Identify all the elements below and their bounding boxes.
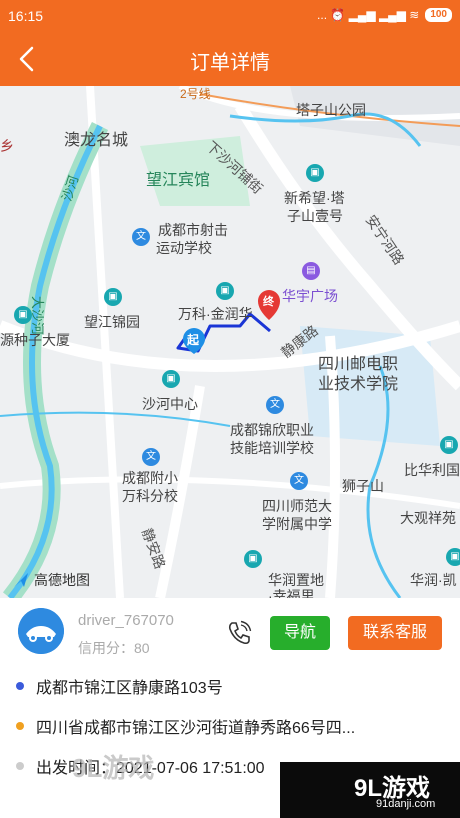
end-marker-label: 终: [262, 293, 275, 309]
map-attribution-text: 高德地图: [34, 572, 90, 588]
car-logo-icon: [18, 608, 64, 654]
map-label: 华润·凯: [410, 572, 457, 588]
map-label: 大观祥苑: [400, 510, 456, 526]
map-label: 四川邮电职: [318, 356, 399, 373]
map-label-metro: 2号线: [180, 87, 211, 101]
map-label: 望江锦园: [84, 314, 140, 330]
driver-name: driver_767070: [78, 612, 174, 629]
map-label: 成都锦欣职业: [230, 422, 314, 438]
poi-school-icon[interactable]: 文: [266, 396, 284, 414]
map-label: 学附属中学: [262, 516, 332, 532]
poi-building-icon[interactable]: ▣: [216, 282, 234, 300]
map-label: 比华利国: [404, 462, 460, 478]
map-label: 新希望·塔: [284, 190, 345, 206]
start-marker-label: 起: [187, 333, 200, 347]
map-label: 澳龙名城: [64, 132, 129, 149]
end-address-row: 四川省成都市锦江区沙河街道静秀路66号四...: [16, 714, 355, 738]
map-label: 源种子大厦: [0, 332, 70, 348]
poi-building-icon[interactable]: ▣: [244, 550, 262, 568]
map-label: 塔子山公园: [296, 102, 366, 118]
poi-school-icon[interactable]: 文: [132, 228, 150, 246]
start-address-row: 成都市锦江区静康路103号: [16, 674, 223, 698]
start-dot-icon: [16, 682, 24, 690]
map-label: 万科分校: [122, 488, 178, 504]
map-label: 子山壹号: [287, 208, 343, 224]
start-address: 成都市锦江区静康路103号: [36, 680, 223, 697]
poi-building-icon[interactable]: ▣: [306, 164, 324, 182]
top-navigation-bar: 订单详情: [0, 32, 460, 86]
poi-school-icon[interactable]: 文: [290, 472, 308, 490]
map-label: 狮子山: [342, 478, 384, 494]
map-label: 乡: [0, 138, 14, 154]
page-title: 订单详情: [190, 52, 270, 74]
amap-logo-icon: [14, 573, 28, 587]
status-icons: ... ⏰ ▂▄▆ ▂▄▆ ≋ 100: [317, 8, 452, 22]
end-address: 四川省成都市锦江区沙河街道静秀路66号四...: [36, 720, 356, 737]
watermark-left: 9L游戏: [72, 753, 155, 783]
map-label: 万科·金润华: [178, 306, 253, 322]
map-label: 成都附小: [122, 470, 178, 486]
poi-building-icon[interactable]: ▣: [446, 548, 460, 566]
watermark-right: 9L游戏 91danji.com: [280, 762, 460, 818]
poi-mall-icon[interactable]: ▤: [302, 262, 320, 280]
poi-building-icon[interactable]: ▣: [162, 370, 180, 388]
map-view[interactable]: 2号线 塔子山公园 澳龙名城 下沙河铺街 望江宾馆 新希望·塔 子山壹号 成都市…: [0, 86, 460, 598]
poi-school-icon[interactable]: 文: [142, 448, 160, 466]
status-time: 16:15: [8, 8, 44, 24]
end-dot-icon: [16, 722, 24, 730]
map-label: 业技术学院: [318, 376, 399, 393]
driver-avatar: [18, 608, 64, 654]
map-attribution: 高德地图: [12, 570, 90, 590]
map-label: 技能培训学校: [230, 440, 314, 456]
contact-support-button[interactable]: 联系客服: [348, 616, 442, 650]
battery-icon: 100: [425, 8, 452, 22]
map-label: 望江宾馆: [146, 172, 211, 189]
poi-building-icon[interactable]: ▣: [14, 306, 32, 324]
map-label: 运动学校: [156, 240, 212, 256]
time-dot-icon: [16, 762, 24, 770]
map-label: 四川师范大: [262, 498, 332, 514]
watermark-url: 91danji.com: [376, 798, 436, 810]
signal-wifi-icons: ... ⏰ ▂▄▆ ▂▄▆ ≋: [317, 8, 420, 22]
map-label: 沙河中心: [142, 396, 198, 412]
poi-building-icon[interactable]: ▣: [104, 288, 122, 306]
map-label: 成都市射击: [158, 222, 228, 238]
driver-credit-score: 信用分：80: [78, 640, 150, 656]
navigate-button[interactable]: 导航: [270, 616, 330, 650]
map-label: ·幸福里: [268, 588, 315, 598]
map-label: 华润置地: [268, 572, 324, 588]
phone-call-icon[interactable]: [226, 620, 252, 646]
map-label: 华宇广场: [282, 288, 338, 304]
status-bar: 16:15 ... ⏰ ▂▄▆ ▂▄▆ ≋ 100: [0, 0, 460, 32]
poi-building-icon[interactable]: ▣: [440, 436, 458, 454]
